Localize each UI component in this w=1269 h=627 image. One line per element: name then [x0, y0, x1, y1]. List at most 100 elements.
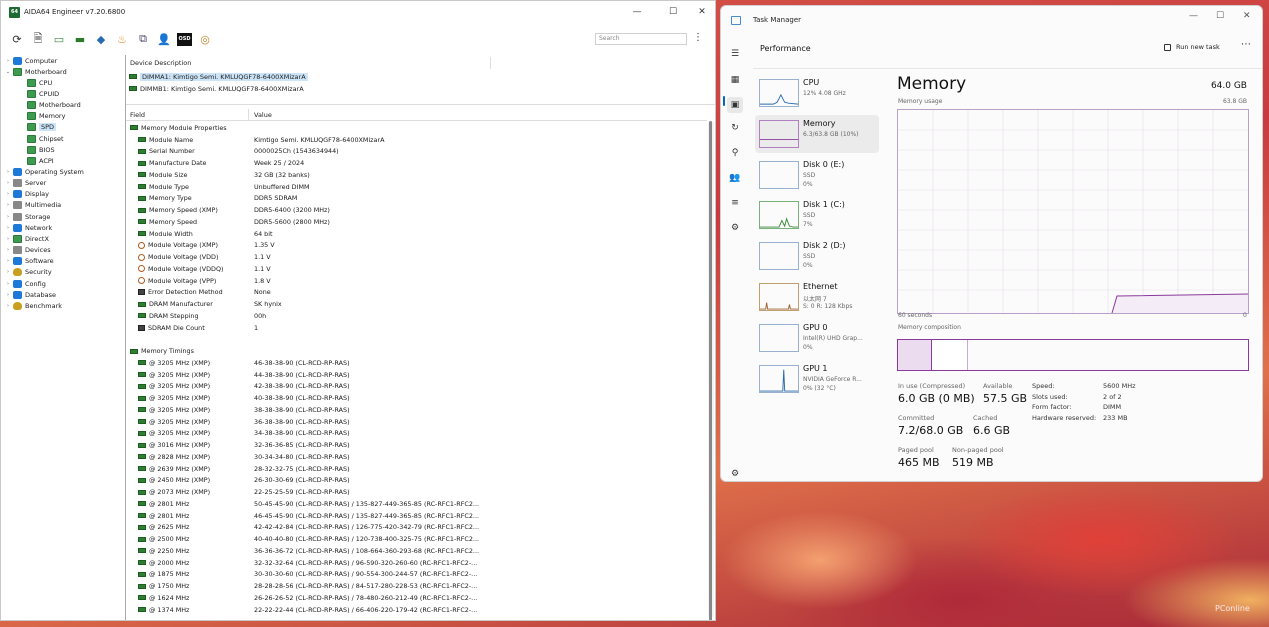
value-column-header[interactable]: Value	[254, 111, 272, 121]
table-row[interactable]: @ 1374 MHz 22-22-22-44 (CL-RCD-RP-RAS) / …	[126, 604, 706, 616]
expand-chevron-icon[interactable]: ›	[5, 236, 11, 242]
tree-item[interactable]: › Software	[5, 256, 54, 267]
table-row[interactable]: @ 3205 MHz (XMP) 34-38-38-90 (CL-RCD-RP-R…	[126, 428, 706, 440]
table-row[interactable]: @ 1624 MHz 26-26-26-52 (CL-RCD-RP-RAS) / …	[126, 592, 706, 604]
expand-chevron-icon[interactable]: ›	[5, 202, 11, 208]
expand-chevron-icon[interactable]: ›	[5, 247, 11, 253]
performance-icon[interactable]: ▣	[727, 97, 743, 113]
resource-tile[interactable]: GPU 0 Intel(R) UHD Grap... 0%	[755, 319, 879, 357]
run-new-task-button[interactable]: Run new task	[1164, 43, 1220, 51]
expand-chevron-icon[interactable]: ⌄	[5, 69, 11, 75]
tree-item[interactable]: › Database	[5, 289, 56, 300]
more-options-icon[interactable]: ⋯	[1241, 39, 1251, 50]
device-description-header[interactable]: Device Description	[130, 59, 191, 69]
group-header-row[interactable]: Memory Timings	[126, 345, 706, 357]
minimize-button[interactable]: —	[1189, 11, 1198, 21]
table-row[interactable]: DRAM Stepping 00h	[126, 310, 706, 322]
table-row[interactable]: Module Type Unbuffered DIMM	[126, 181, 706, 193]
services-icon[interactable]: ⚙	[727, 220, 743, 236]
tree-item[interactable]: › Display	[5, 189, 49, 200]
memory-icon[interactable]: ▭	[51, 31, 67, 47]
table-row[interactable]: @ 3205 MHz (XMP) 42-38-38-90 (CL-RCD-RP-R…	[126, 381, 706, 393]
table-row[interactable]: @ 2250 MHz 36-36-36-72 (CL-RCD-RP-RAS) / …	[126, 545, 706, 557]
users-icon[interactable]: 👥	[727, 170, 743, 186]
expand-chevron-icon[interactable]: ›	[5, 169, 11, 175]
startup-apps-icon[interactable]: ⚲	[727, 145, 743, 161]
settings-icon[interactable]: ⚙	[727, 466, 743, 481]
tree-item[interactable]: › DirectX	[5, 233, 49, 244]
table-row[interactable]: DRAM Manufacturer SK hynix	[126, 298, 706, 310]
minimize-button[interactable]: —	[619, 1, 655, 23]
tree-item[interactable]: › Multimedia	[5, 200, 61, 211]
table-row[interactable]: @ 2000 MHz 32-32-32-64 (CL-RCD-RP-RAS) / …	[126, 557, 706, 569]
refresh-icon[interactable]: ⟳	[9, 31, 25, 47]
table-row[interactable]: @ 1750 MHz 28-28-28-56 (CL-RCD-RP-RAS) / …	[126, 580, 706, 592]
table-row[interactable]: Module Size 32 GB (32 banks)	[126, 169, 706, 181]
table-row[interactable]: @ 2801 MHz 46-45-45-90 (CL-RCD-RP-RAS) / …	[126, 510, 706, 522]
flame-icon[interactable]: ♨	[114, 31, 130, 47]
osd-icon[interactable]: OSD	[177, 32, 192, 46]
maximize-button[interactable]: ☐	[1216, 11, 1224, 21]
expand-chevron-icon[interactable]: ›	[5, 303, 11, 309]
table-row[interactable]: Serial Number 0000025Ch (1543634944)	[126, 146, 706, 158]
table-row[interactable]: Module Width 64 bit	[126, 228, 706, 240]
expand-chevron-icon[interactable]: ›	[5, 191, 11, 197]
table-row[interactable]: @ 3205 MHz (XMP) 44-38-38-90 (CL-RCD-RP-R…	[126, 369, 706, 381]
expand-chevron-icon[interactable]: ›	[5, 269, 11, 275]
expand-chevron-icon[interactable]: ›	[5, 258, 11, 264]
table-row[interactable]: Memory Type DDR5 SDRAM	[126, 193, 706, 205]
device-row[interactable]: DIMMA1: Kimtigo Semi. KMLUQGF78-6400XMiz…	[129, 71, 308, 82]
field-column-header[interactable]: Field	[130, 111, 145, 121]
table-row[interactable]: @ 2828 MHz (XMP) 30-34-34-80 (CL-RCD-RP-R…	[126, 451, 706, 463]
app-history-icon[interactable]: ↻	[727, 120, 743, 136]
tree-item[interactable]: › Devices	[5, 245, 51, 256]
table-row[interactable]: Memory Speed (XMP) DDR5-6400 (3200 MHz)	[126, 204, 706, 216]
tree-item[interactable]: CPUID	[19, 88, 59, 99]
group-header-row[interactable]: Memory Module Properties	[126, 122, 706, 134]
table-row[interactable]: @ 3016 MHz (XMP) 32-36-36-85 (CL-RCD-RP-R…	[126, 439, 706, 451]
network-icon[interactable]: ▬	[72, 31, 88, 47]
tree-item[interactable]: Motherboard	[19, 100, 81, 111]
tree-item[interactable]: ACPI	[19, 155, 54, 166]
expand-chevron-icon[interactable]: ›	[5, 281, 11, 287]
user-icon[interactable]: 👤	[156, 31, 172, 47]
device-row[interactable]: DIMMB1: Kimtigo Semi. KMLUQGF78-6400XMiz…	[129, 83, 304, 94]
tree-item[interactable]: Chipset	[19, 133, 64, 144]
tree-item[interactable]: › Server	[5, 178, 46, 189]
expand-chevron-icon[interactable]: ›	[5, 225, 11, 231]
table-row[interactable]: @ 3205 MHz (XMP) 46-38-38-90 (CL-RCD-RP-R…	[126, 357, 706, 369]
report-icon[interactable]: 🗎	[30, 31, 46, 47]
tree-item[interactable]: BIOS	[19, 144, 55, 155]
resource-tile[interactable]: GPU 1 NVIDIA GeForce R... 0% (32 °C)	[755, 360, 879, 398]
table-row[interactable]: Module Name Kimtigo Semi. KMLUQGF78-6400X…	[126, 134, 706, 146]
table-row[interactable]: @ 2801 MHz 50-45-45-90 (CL-RCD-RP-RAS) / …	[126, 498, 706, 510]
hamburger-icon[interactable]: ☰	[727, 46, 743, 62]
close-button[interactable]: ✕	[684, 1, 715, 23]
tree-item[interactable]: › Config	[5, 278, 46, 289]
tree-item[interactable]: › Benchmark	[5, 300, 62, 311]
tree-item[interactable]: › Computer	[5, 55, 57, 66]
processes-icon[interactable]: ▦	[727, 72, 743, 88]
more-options-icon[interactable]: ⋮	[693, 32, 703, 43]
resource-tile[interactable]: CPU 12% 4.08 GHz	[755, 74, 879, 112]
tree-item[interactable]: › Storage	[5, 211, 50, 222]
tree-item[interactable]: ⌄ Motherboard	[5, 66, 67, 77]
resource-tile[interactable]: Disk 2 (D:) SSD 0%	[755, 237, 879, 275]
resource-tile[interactable]: Disk 0 (E:) SSD 0%	[755, 156, 879, 194]
table-row[interactable]: @ 2450 MHz (XMP) 26-30-30-69 (CL-RCD-RP-R…	[126, 475, 706, 487]
resource-tile[interactable]: Memory 6.3/63.8 GB (10%)	[755, 114, 879, 153]
table-row[interactable]: Memory Speed DDR5-5600 (2800 MHz)	[126, 216, 706, 228]
cpu-icon[interactable]: ◆	[93, 31, 109, 47]
table-row[interactable]: @ 3205 MHz (XMP) 38-38-38-90 (CL-RCD-RP-R…	[126, 404, 706, 416]
close-button[interactable]: ✕	[1243, 11, 1251, 21]
table-row[interactable]: @ 2073 MHz (XMP) 22-25-25-59 (CL-RCD-RP-R…	[126, 486, 706, 498]
resource-tile[interactable]: Disk 1 (C:) SSD 7%	[755, 196, 879, 234]
tree-item[interactable]: › Network	[5, 222, 52, 233]
table-row[interactable]: Module Voltage (VPP) 1.8 V	[126, 275, 706, 287]
expand-chevron-icon[interactable]: ›	[5, 292, 11, 298]
expand-chevron-icon[interactable]: ›	[5, 180, 11, 186]
tree-item[interactable]: SPD	[19, 122, 57, 133]
audit-icon[interactable]: ◎	[197, 31, 213, 47]
details-icon[interactable]: ≡	[727, 195, 743, 211]
table-row[interactable]: Module Voltage (VDDQ) 1.1 V	[126, 263, 706, 275]
